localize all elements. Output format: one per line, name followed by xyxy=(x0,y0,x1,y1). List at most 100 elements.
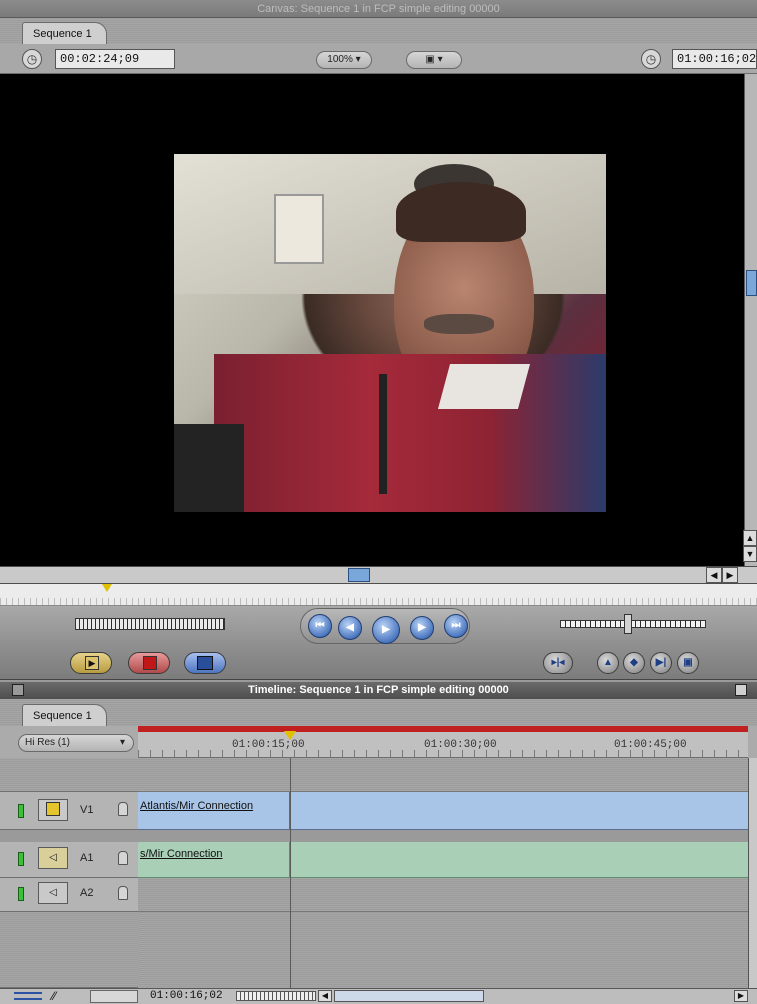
resolution-value: Hi Res (1) xyxy=(25,737,71,748)
chevron-down-icon: ▾ xyxy=(119,737,125,748)
match-frame-icon: ▣ xyxy=(683,657,693,668)
canvas-toolbar: ◷ 00:02:24;09 100% ▾ ▣ ▾ ◷ 01:00:16;02 xyxy=(0,44,757,74)
frame-icon: ▣ xyxy=(425,54,435,65)
ruler-label: 01:00:15;00 xyxy=(232,739,305,751)
speaker-icon: ◁ xyxy=(49,852,57,863)
resolution-popup[interactable]: Hi Res (1) ▾ xyxy=(18,734,134,752)
transport-controls: ⏮ ◀ ▶ ▶ ⏭ xyxy=(0,606,757,646)
track-spacer xyxy=(0,758,138,792)
track-header-a2: ◁ A2 xyxy=(0,878,138,912)
timeline-bottom-bar: ⁄⁄ 01:00:16;02 ◀ ▶ xyxy=(0,988,757,1004)
mark-clip-icon: ◆ xyxy=(630,657,638,668)
next-edit-button[interactable]: ▶ xyxy=(410,616,434,640)
canvas-title: Canvas: Sequence 1 in FCP simple editing… xyxy=(257,3,500,15)
current-timecode[interactable]: 01:00:16;02 xyxy=(672,49,757,69)
timeline-tracks: V1 Atlantis/Mir Connection ◁ A1 s/Mir Co… xyxy=(0,758,748,988)
prev-edit-button[interactable]: ◀ xyxy=(338,616,362,640)
timeline-ruler[interactable]: 01:00:15;00 01:00:30;00 01:00:45;00 xyxy=(138,726,748,758)
mark-in-icon: ▸|◂ xyxy=(551,657,565,668)
source-patch-v1[interactable] xyxy=(38,799,68,821)
source-patch-a1[interactable]: ◁ xyxy=(38,847,68,869)
track-a1-area[interactable]: s/Mir Connection xyxy=(138,842,748,878)
scroll-left-icon[interactable]: ◀ xyxy=(318,990,332,1002)
playhead-icon[interactable] xyxy=(102,584,112,592)
next-edit-icon: ▶ xyxy=(418,622,426,633)
lock-icon[interactable] xyxy=(118,851,128,865)
track-spacer xyxy=(0,912,138,988)
current-time-clock-icon: ◷ xyxy=(641,49,661,69)
vertical-scroll-thumb[interactable] xyxy=(746,270,757,296)
zoom-window-icon[interactable] xyxy=(735,684,747,696)
canvas-title-bar[interactable]: Canvas: Sequence 1 in FCP simple editing… xyxy=(0,0,757,18)
mark-clip-button[interactable]: ◆ xyxy=(623,652,645,674)
play-icon: ▶ xyxy=(382,624,390,635)
shuttle-control[interactable] xyxy=(75,618,225,630)
canvas-viewer[interactable] xyxy=(0,74,744,566)
timeline-current-timecode[interactable]: 01:00:16;02 xyxy=(150,989,223,1003)
scrubber-ticks xyxy=(0,598,757,605)
zoom-slider[interactable] xyxy=(236,991,316,1001)
timeline-playhead-icon[interactable] xyxy=(284,731,296,740)
prev-edit-icon: ◀ xyxy=(346,622,354,633)
play-button[interactable]: ▶ xyxy=(372,616,400,644)
go-to-in-button[interactable]: ⏮ xyxy=(308,614,332,638)
track-v1-area[interactable]: Atlantis/Mir Connection xyxy=(138,792,748,830)
go-to-out-button[interactable]: ⏭ xyxy=(444,614,468,638)
match-frame-button[interactable]: ▣ xyxy=(677,652,699,674)
scrubber-bar[interactable] xyxy=(0,584,757,606)
clip-label: Atlantis/Mir Connection xyxy=(140,800,254,812)
viewer-horizontal-scrollbar[interactable]: ◀ ▶ xyxy=(0,566,757,584)
track-audible-toggle[interactable] xyxy=(18,887,24,901)
ruler-label: 01:00:30;00 xyxy=(424,739,497,751)
zoom-value: 100% xyxy=(327,54,353,65)
track-spacer-area xyxy=(138,758,748,792)
scroll-right-icon[interactable]: ▶ xyxy=(734,990,748,1002)
overwrite-edit-button[interactable] xyxy=(128,652,170,674)
jog-control[interactable] xyxy=(560,620,706,628)
horizontal-scroll-thumb[interactable] xyxy=(348,568,370,582)
track-a2-area[interactable] xyxy=(138,878,748,912)
duration-clock-icon: ◷ xyxy=(22,49,42,69)
scroll-down-icon[interactable]: ▼ xyxy=(743,546,757,562)
track-size-icon[interactable] xyxy=(90,990,138,1003)
ruler-ticks xyxy=(138,750,748,758)
close-window-icon[interactable] xyxy=(12,684,24,696)
scroll-left-icon[interactable]: ◀ xyxy=(706,567,722,583)
track-visibility-toggle[interactable] xyxy=(18,804,24,818)
chevron-down-icon: ▾ xyxy=(355,54,361,65)
scroll-right-icon[interactable]: ▶ xyxy=(722,567,738,583)
playhead-line xyxy=(290,758,291,988)
track-height-icon[interactable] xyxy=(14,992,42,1000)
duration-timecode[interactable]: 00:02:24;09 xyxy=(55,49,175,69)
add-marker-icon: ▲ xyxy=(603,657,613,668)
insert-edit-button[interactable]: ▶ xyxy=(70,652,112,674)
mark-in-out-button[interactable]: ▸|◂ xyxy=(543,652,573,674)
ruler-label: 01:00:45;00 xyxy=(614,739,687,751)
speaker-icon: ◁ xyxy=(49,887,57,898)
tab-timeline-sequence-1[interactable]: Sequence 1 xyxy=(22,704,107,726)
source-patch-a2[interactable]: ◁ xyxy=(38,882,68,904)
mark-out-button[interactable]: ▶| xyxy=(650,652,672,674)
timeline-title: Timeline: Sequence 1 in FCP simple editi… xyxy=(248,684,509,696)
clip-keyframes-icon[interactable]: ⁄⁄ xyxy=(52,989,82,1003)
replace-edit-button[interactable] xyxy=(184,652,226,674)
track-audible-toggle[interactable] xyxy=(18,852,24,866)
lock-icon[interactable] xyxy=(118,802,128,816)
overlay-icon xyxy=(197,656,213,670)
timeline-title-bar[interactable]: Timeline: Sequence 1 in FCP simple editi… xyxy=(0,682,757,699)
track-spacer-area xyxy=(138,912,748,988)
go-to-in-icon: ⏮ xyxy=(315,620,325,631)
tab-sequence-1[interactable]: Sequence 1 xyxy=(22,22,107,44)
viewer-vertical-scrollbar[interactable]: ▲ ▼ xyxy=(743,74,757,566)
timeline-vertical-scrollbar[interactable] xyxy=(748,758,757,988)
jog-thumb[interactable] xyxy=(624,614,632,634)
timeline-tab-row: Sequence 1 xyxy=(0,699,757,726)
chevron-down-icon: ▾ xyxy=(437,54,443,65)
add-marker-button[interactable]: ▲ xyxy=(597,652,619,674)
insert-icon: ▶ xyxy=(85,656,99,670)
timeline-horizontal-scrollbar[interactable] xyxy=(334,990,484,1002)
view-popup[interactable]: ▣ ▾ xyxy=(406,51,462,69)
scroll-up-icon[interactable]: ▲ xyxy=(743,530,757,546)
lock-icon[interactable] xyxy=(118,886,128,900)
zoom-popup[interactable]: 100% ▾ xyxy=(316,51,372,69)
